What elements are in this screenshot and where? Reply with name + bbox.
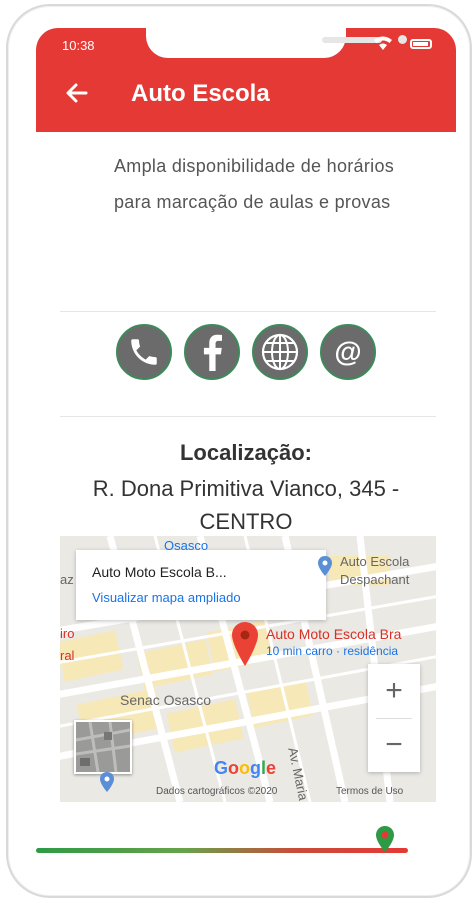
zoom-in-button[interactable]: + [368,664,420,718]
globe-icon [261,333,299,371]
app-bar: 10:38 Auto Escola [36,28,456,132]
map-pin-icon [100,772,114,792]
phone-notch [146,28,407,58]
location-title: Localização: [179,440,313,465]
contact-icons: @ [116,324,380,384]
battery-icon [410,39,432,49]
facebook-button[interactable] [184,324,240,380]
description-text: Ampla disponibilidade de horários para m… [114,156,395,212]
satellite-preview-icon [75,721,131,773]
map-attribution: Dados cartográficos ©2020 [156,786,278,797]
map-poi-label-1: Auto Escola [340,554,410,569]
divider [60,311,436,312]
map-left-label-3: ral [60,648,75,663]
google-logo: Google [214,758,277,778]
phone-button[interactable] [116,324,172,380]
map-view[interactable]: Auto Moto Escola B... Visualizar mapa am… [60,536,436,802]
address-line-2: CENTRO [199,509,293,534]
email-button[interactable]: @ [320,324,376,380]
email-icon: @ [334,336,361,367]
zoom-controls: + − [368,664,420,772]
location-pin-icon [376,826,394,852]
bottom-progress-line [36,848,408,853]
map-left-label-1: az [60,572,74,587]
map-label-top: Osasco [164,538,209,553]
address-line-1: R. Dona Primitiva Vianco, 345 - [92,476,400,501]
divider [60,416,436,417]
facebook-icon [203,334,222,371]
street-view-thumbnail[interactable] [74,720,132,774]
wifi-icon [374,36,392,50]
marker-sublabel: 10 min carro · residência [266,644,399,658]
view-larger-map-link[interactable]: Visualizar mapa ampliado [92,590,241,605]
map-info-card: Auto Moto Escola B... Visualizar mapa am… [76,550,326,620]
area-label: Senac Osasco [120,692,212,708]
page-title: Auto Escola [131,80,270,107]
terms-link[interactable]: Termos de Uso [336,786,403,797]
app-screen: 10:38 Auto Escola Ampla disponibilidade … [36,28,456,880]
svg-text:@: @ [334,336,361,367]
phone-icon [131,339,157,365]
info-card-title: Auto Moto Escola B... [92,564,227,580]
status-time: 10:38 [62,38,95,53]
back-arrow-icon[interactable] [64,80,90,106]
location-marker-icon[interactable] [232,622,258,666]
marker-label: Auto Moto Escola Bra [266,626,402,642]
website-button[interactable] [252,324,308,380]
map-poi-label-2: Despachant [340,572,410,587]
poi-pin-icon [318,556,332,576]
map-left-label-2: iro [60,626,75,641]
phone-frame: 10:38 Auto Escola Ampla disponibilidade … [6,4,472,898]
camera [398,35,407,44]
zoom-out-button[interactable]: − [368,718,420,772]
